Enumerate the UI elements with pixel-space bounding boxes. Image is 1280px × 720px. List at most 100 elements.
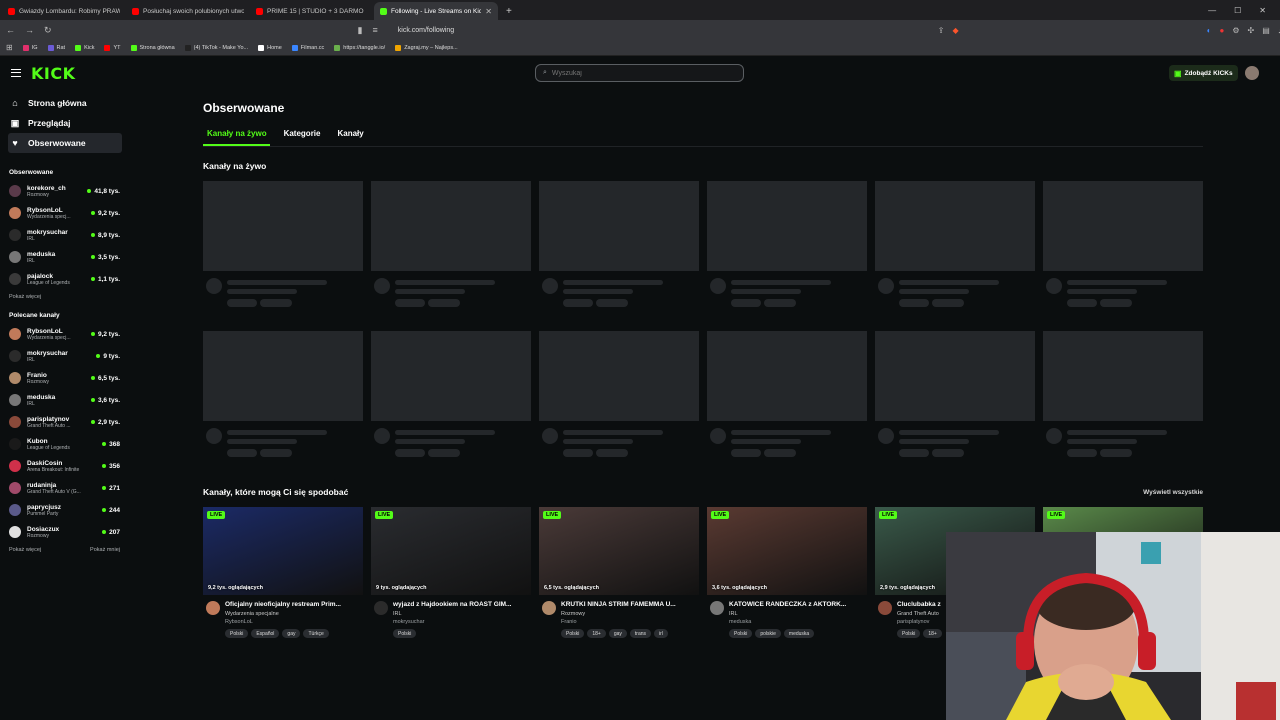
sidebar-channel-item[interactable]: Dosiaczux Rozmowy 207	[0, 521, 130, 543]
sidebar-channel-item[interactable]: parisplatynov Grand Theft Auto ... 2,9 tys…	[0, 411, 130, 433]
stream-title[interactable]: Oficjalny nieoficjalny restream Prim...	[225, 601, 360, 608]
minimize-icon[interactable]: —	[1208, 6, 1216, 15]
tag-chip[interactable]: Polski	[225, 629, 249, 638]
stream-thumbnail[interactable]: LIVE 3,6 tys. oglądających	[707, 507, 867, 595]
tag-chip[interactable]: gay	[282, 629, 301, 638]
tag-chip[interactable]: Polski	[729, 629, 753, 638]
tag-chip[interactable]: gay	[608, 629, 627, 638]
sidebar-channel-item[interactable]: pajalock League of Legends 1,1 tys.	[0, 268, 130, 290]
site-info-icon[interactable]: ≡	[373, 25, 378, 35]
stream-card[interactable]: LIVE 9,2 tys. oglądających Oficjalny nieof…	[203, 507, 363, 647]
tag-chip[interactable]: trans	[629, 629, 652, 638]
sidebar-channel-item[interactable]: mokrysuchar IRL 8,9 tys.	[0, 224, 130, 246]
sidebar-channel-item[interactable]: RybsonLoL Wydarzenia specj... 9,2 tys.	[0, 202, 130, 224]
browser-tab[interactable]: Posłuchaj swoich polubionych utwo	[126, 2, 250, 20]
brave-shield-icon[interactable]: ◆	[952, 26, 958, 35]
get-kicks-button[interactable]: ▣ Zdobądź KICKs	[1169, 65, 1238, 81]
show-more-link[interactable]: Pokaż więcej	[9, 547, 41, 553]
stream-thumbnail[interactable]: LIVE 9,2 tys. oglądających	[203, 507, 363, 595]
bookmark-item[interactable]: IG	[22, 44, 38, 51]
tag-chip[interactable]: Polski	[897, 629, 921, 638]
search-box[interactable]: ⌕	[535, 64, 744, 82]
stream-channel[interactable]: Franio	[561, 619, 696, 625]
sidebar-channel-item[interactable]: RybsonLoL Wydarzenia specj... 9,2 tys.	[0, 323, 130, 345]
sidebar-nav-item[interactable]: ⌂ Strona główna	[8, 93, 122, 113]
puzzle-icon[interactable]: ✣	[1247, 26, 1254, 35]
bookmark-item[interactable]: YT	[104, 44, 121, 51]
content-tab[interactable]: Kategorie	[280, 129, 324, 146]
tag-chip[interactable]: polskie	[755, 629, 781, 638]
forward-icon[interactable]: →	[25, 25, 34, 35]
stream-card[interactable]: LIVE 3,6 tys. oglądających KATOWICE RANDEC…	[707, 507, 867, 647]
stream-thumbnail[interactable]: LIVE 6,5 tys. oglądających	[539, 507, 699, 595]
sidebar-nav-item[interactable]: ♥ Obserwowane	[8, 133, 122, 153]
extension-icon[interactable]: ⚙	[1232, 26, 1239, 35]
stream-category[interactable]: IRL	[729, 611, 864, 617]
content-tab[interactable]: Kanały na żywo	[203, 129, 270, 146]
url-field[interactable]: kick.com/following	[398, 27, 928, 34]
sidebar-icon[interactable]: ▤	[1262, 26, 1270, 35]
sidebar-channel-item[interactable]: meduska IRL 3,6 tys.	[0, 389, 130, 411]
search-input[interactable]	[551, 69, 732, 77]
bookmark-item[interactable]: Filman.cc	[291, 44, 324, 51]
bookmark-item[interactable]: Strona główna	[130, 44, 175, 51]
bookmark-item[interactable]: (4) TikTok - Make Yo...	[184, 44, 248, 51]
tag-chip[interactable]: 18+	[923, 629, 942, 638]
bookmark-icon[interactable]: ▮	[358, 25, 363, 36]
see-all-link[interactable]: Wyświetl wszystkie	[1143, 489, 1203, 496]
stream-title[interactable]: KATOWICE RANDECZKA z AKTORK...	[729, 601, 864, 608]
stream-card[interactable]: LIVE 9 tys. oglądających wyjazd z Hajdooki…	[371, 507, 531, 647]
back-icon[interactable]: ←	[6, 25, 15, 35]
sidebar-channel-item[interactable]: Kubon League of Legends 368	[0, 433, 130, 455]
browser-tab[interactable]: PRIME 15 | STUDIO + 3 DARMO	[250, 2, 374, 20]
extension-icon[interactable]: ◐	[1207, 26, 1212, 35]
tag-chip[interactable]: meduska	[783, 629, 815, 638]
hamburger-menu-icon[interactable]	[11, 69, 21, 77]
streamer-avatar[interactable]	[374, 601, 388, 615]
sidebar-channel-item[interactable]: DaskiCosin Arena Breakout: Infinite 356	[0, 455, 130, 477]
sidebar-channel-item[interactable]: meduska IRL 3,5 tys.	[0, 246, 130, 268]
sidebar-channel-item[interactable]: Franio Rozmowy 6,5 tys.	[0, 367, 130, 389]
browser-tab[interactable]: Following - Live Streams on Kick ✕	[374, 2, 498, 20]
tag-chip[interactable]: irl	[654, 629, 668, 638]
stream-category[interactable]: Rozmowy	[561, 611, 696, 617]
tag-chip[interactable]: 18+	[587, 629, 606, 638]
stream-channel[interactable]: mokrysuchar	[393, 619, 528, 625]
user-avatar[interactable]	[1245, 66, 1259, 80]
stream-channel[interactable]: RybsonLoL	[225, 619, 360, 625]
bookmark-item[interactable]: https://tanggle.io/	[334, 44, 385, 51]
show-more-link[interactable]: Pokaż mniej	[90, 547, 120, 553]
stream-channel[interactable]: meduska	[729, 619, 864, 625]
browser-tab[interactable]: Gwiazdy Lombardu: Robimy PRAWO	[2, 2, 126, 20]
sidebar-channel-item[interactable]: mokrysuchar IRL 9 tys.	[0, 345, 130, 367]
show-more-link[interactable]: Pokaż więcej	[9, 294, 41, 300]
close-window-icon[interactable]: ✕	[1259, 6, 1266, 15]
sidebar-channel-item[interactable]: korekore_ch Rozmowy 41,8 tys.	[0, 180, 130, 202]
stream-category[interactable]: IRL	[393, 611, 528, 617]
bookmark-item[interactable]: Home	[258, 44, 282, 51]
stream-thumbnail[interactable]: LIVE 9 tys. oglądających	[371, 507, 531, 595]
share-icon[interactable]: ⇪	[938, 26, 945, 35]
stream-category[interactable]: Wydarzenia specjalne	[225, 611, 360, 617]
streamer-avatar[interactable]	[206, 601, 220, 615]
streamer-avatar[interactable]	[542, 601, 556, 615]
reload-icon[interactable]: ↻	[44, 25, 52, 36]
bookmark-item[interactable]: Kick	[75, 44, 94, 51]
content-tab[interactable]: Kanały	[333, 129, 366, 146]
streamer-avatar[interactable]	[878, 601, 892, 615]
sidebar-channel-item[interactable]: rudaninja Grand Theft Auto V (G... 271	[0, 477, 130, 499]
bookmark-item[interactable]: Zagraj.my – Najleps...	[395, 44, 458, 51]
new-tab-button[interactable]: +	[498, 2, 520, 20]
kick-logo[interactable]: KICK	[31, 64, 76, 83]
close-tab-icon[interactable]: ✕	[485, 7, 492, 16]
apps-icon[interactable]: ⊞	[6, 43, 13, 52]
stream-card[interactable]: LIVE 6,5 tys. oglądających KRUTKI NINJA ST…	[539, 507, 699, 647]
tag-chip[interactable]: Español	[251, 629, 280, 638]
bookmark-item[interactable]: Rat	[47, 44, 65, 51]
maximize-icon[interactable]: ☐	[1234, 6, 1241, 15]
extension-icon[interactable]: ●	[1219, 26, 1224, 35]
tag-chip[interactable]: Polski	[561, 629, 585, 638]
sidebar-nav-item[interactable]: ▣ Przeglądaj	[8, 113, 122, 133]
tag-chip[interactable]: Polski	[393, 629, 417, 638]
sidebar-channel-item[interactable]: paprycjusz Pummel Party 244	[0, 499, 130, 521]
